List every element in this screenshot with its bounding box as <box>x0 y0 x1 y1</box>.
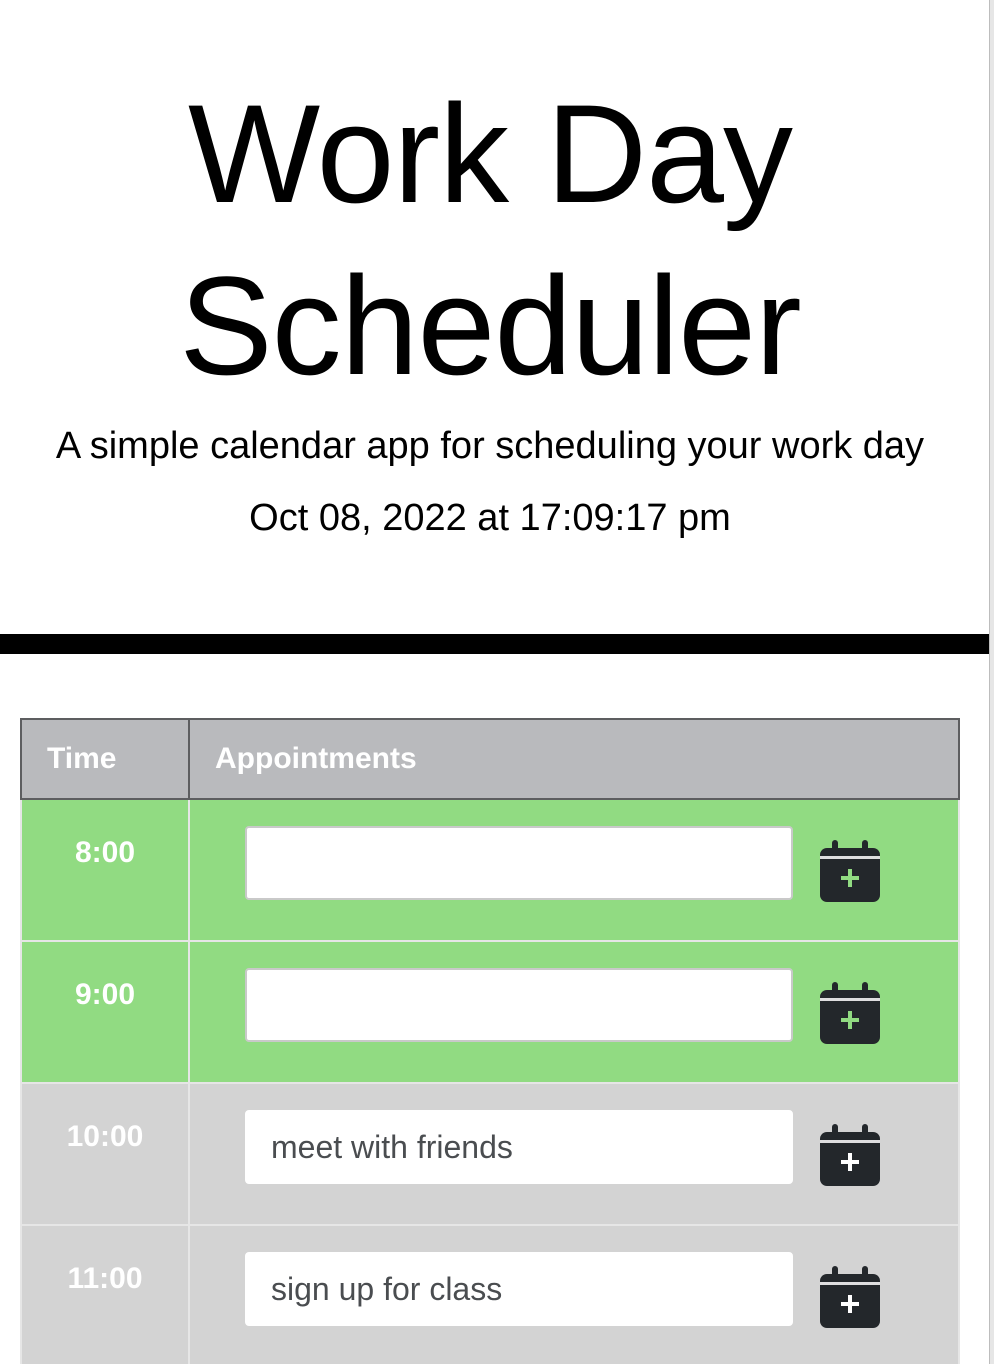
schedule-table: Time Appointments 8:00 9:00 10:00 meet w… <box>20 718 960 1364</box>
hour-label: 9:00 <box>20 940 190 1084</box>
save-button[interactable] <box>818 1264 882 1328</box>
save-button[interactable] <box>818 980 882 1044</box>
header: Work Day Scheduler A simple calendar app… <box>0 0 990 634</box>
page-title: Work Day Scheduler <box>179 75 801 404</box>
hour-label: 8:00 <box>20 798 190 942</box>
current-datetime: Oct 08, 2022 at 17:09:17 pm <box>249 497 731 539</box>
calendar-plus-icon <box>820 840 880 902</box>
appointment-cell <box>188 1224 960 1364</box>
save-button[interactable] <box>818 838 882 902</box>
hour-label: 11:00 <box>20 1224 190 1364</box>
calendar-plus-icon <box>820 1266 880 1328</box>
table-row: 8:00 <box>20 798 960 942</box>
table-row: 11:00 <box>20 1224 960 1364</box>
table-header-row: Time Appointments <box>20 718 960 800</box>
appointment-input[interactable] <box>245 1252 793 1326</box>
appointment-cell <box>188 798 960 942</box>
appointment-cell <box>188 1082 960 1226</box>
save-button[interactable] <box>818 1122 882 1186</box>
page-subtitle: A simple calendar app for scheduling you… <box>55 425 925 467</box>
header-divider <box>0 634 990 654</box>
time-column-header: Time <box>20 718 190 800</box>
table-row: 10:00 <box>20 1082 960 1226</box>
window-edge <box>989 0 994 1364</box>
calendar-plus-icon <box>820 1124 880 1186</box>
table-row: 9:00 <box>20 940 960 1084</box>
hour-label: 10:00 <box>20 1082 190 1226</box>
appointment-cell <box>188 940 960 1084</box>
scheduler-page: Work Day Scheduler A simple calendar app… <box>0 0 994 1364</box>
appointment-input[interactable] <box>245 826 793 900</box>
appointment-input[interactable] <box>245 1110 793 1184</box>
calendar-plus-icon <box>820 982 880 1044</box>
appointment-input[interactable] <box>245 968 793 1042</box>
appointments-column-header: Appointments <box>188 718 960 800</box>
